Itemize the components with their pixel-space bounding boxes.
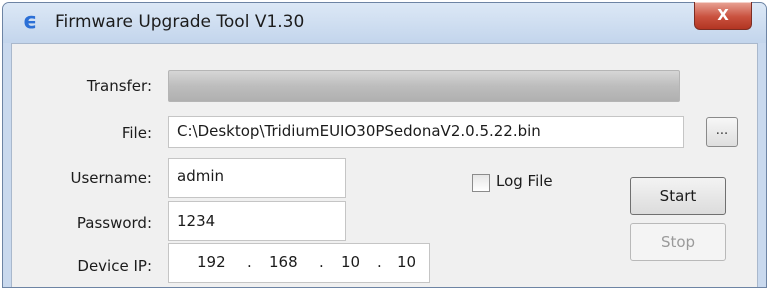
file-path-input[interactable]: C:\Desktop\TridiumEUIO30PSedonaV2.0.5.22… <box>168 116 684 148</box>
start-button[interactable]: Start <box>630 177 726 215</box>
ip-separator: . <box>377 253 382 271</box>
stop-button[interactable]: Stop <box>630 223 726 261</box>
title-bar: ϵ Firmware Upgrade Tool V1.30 X <box>3 2 766 43</box>
browse-button[interactable]: ... <box>706 117 738 147</box>
ip-separator: . <box>247 253 252 271</box>
username-label: Username: <box>70 169 152 187</box>
file-label: File: <box>121 124 152 142</box>
log-file-label: Log File <box>496 172 553 190</box>
log-file-checkbox[interactable] <box>472 174 490 192</box>
ip-octet-1[interactable]: 192 <box>197 253 226 271</box>
transfer-progress-bar <box>168 70 680 102</box>
ip-octet-4[interactable]: 10 <box>397 253 416 271</box>
device-ip-label: Device IP: <box>77 257 152 275</box>
window-title: Firmware Upgrade Tool V1.30 <box>55 12 305 32</box>
app-window: ϵ Firmware Upgrade Tool V1.30 X Transfer… <box>2 2 767 288</box>
app-logo-icon: ϵ <box>23 9 38 34</box>
password-label: Password: <box>76 214 152 232</box>
username-input[interactable]: admin <box>168 158 346 198</box>
ip-octet-2[interactable]: 168 <box>269 253 298 271</box>
password-input[interactable]: 1234 <box>168 201 346 241</box>
device-ip-input[interactable]: 192 . 168 . 10 . 10 <box>168 243 430 283</box>
main-panel: Transfer: File: C:\Desktop\TridiumEUIO30… <box>11 43 758 287</box>
transfer-label: Transfer: <box>86 77 152 95</box>
close-button[interactable]: X <box>694 2 752 30</box>
ip-separator: . <box>319 253 324 271</box>
ip-octet-3[interactable]: 10 <box>341 253 360 271</box>
